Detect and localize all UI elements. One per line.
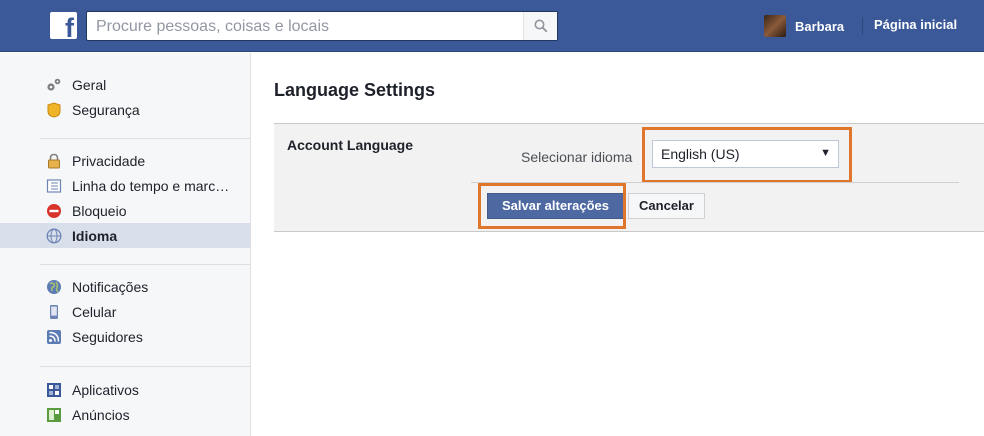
sidebar-item-anuncios[interactable]: Anúncios [0,402,250,427]
search-box[interactable]: Procure pessoas, coisas e locais [86,11,558,41]
search-icon [534,19,548,33]
account-language-label: Account Language [287,137,414,153]
sidebar-item-geral[interactable]: Geral [0,72,250,97]
timeline-icon [46,179,62,193]
globe-icon [46,228,62,244]
sidebar-group-apps: Aplicativos Anúncios [0,377,250,427]
sidebar-item-bloqueio[interactable]: Bloqueio [0,198,250,223]
page-title: Language Settings [274,80,436,100]
sidebar-group-privacy: Privacidade Linha do tempo e marc… Bloqu… [0,148,250,248]
profile-name: Barbara [795,18,845,34]
ads-icon [47,408,61,422]
search-input[interactable]: Procure pessoas, coisas e locais [96,18,329,36]
sidebar-item-label: Geral [72,76,107,93]
top-bar: f Procure pessoas, coisas e locais Barba… [0,0,984,52]
sidebar-item-seguranca[interactable]: Segurança [0,97,250,122]
sidebar-item-linha-do-tempo[interactable]: Linha do tempo e marc… [0,173,250,198]
sidebar-item-label: Seguidores [72,328,143,345]
sidebar-item-celular[interactable]: Celular [0,299,250,324]
select-language-label: Selecionar idioma [521,149,633,165]
sidebar-item-seguidores[interactable]: Seguidores [0,324,250,349]
cancel-button[interactable]: Cancelar [628,193,705,219]
gears-icon [47,78,61,91]
mobile-phone-icon [50,305,58,319]
sidebar-item-label: Privacidade [72,152,146,169]
security-badge-icon [47,102,61,118]
sidebar-item-label: Aplicativos [72,381,139,398]
sidebar-group-notifications: Notificações Celular Seguidores [0,274,250,349]
rss-icon [47,330,61,344]
highlight-box-language-select [642,127,852,183]
sidebar-divider [40,366,250,367]
globe-notifications-icon [47,280,61,294]
lock-icon [48,153,60,169]
language-settings-panel: Account Language Selecionar idioma Engli… [274,123,984,232]
home-link[interactable]: Página inicial [874,17,957,32]
settings-sidebar: Geral Segurança Privacidade Linha do tem… [0,53,251,436]
sidebar-item-label: Bloqueio [72,202,127,219]
sidebar-item-privacidade[interactable]: Privacidade [0,148,250,173]
sidebar-item-label: Idioma [72,227,118,244]
highlight-box-save-button [478,183,626,229]
profile-link[interactable]: Barbara [764,13,844,39]
block-icon [47,204,61,218]
sidebar-divider [40,264,250,265]
sidebar-item-aplicativos[interactable]: Aplicativos [0,377,250,402]
avatar [764,15,786,37]
sidebar-item-notificacoes[interactable]: Notificações [0,274,250,299]
search-button[interactable] [523,12,557,40]
sidebar-item-idioma[interactable]: Idioma [0,223,250,248]
header-divider [862,17,863,35]
facebook-logo-icon[interactable]: f [50,12,77,42]
sidebar-item-label: Celular [72,303,117,320]
sidebar-item-label: Linha do tempo e marc… [72,177,230,194]
sidebar-item-label: Anúncios [72,406,130,423]
sidebar-group-general: Geral Segurança [0,72,250,122]
sidebar-item-label: Notificações [72,278,149,295]
apps-icon [47,383,61,397]
sidebar-divider [40,138,250,139]
sidebar-item-label: Segurança [72,101,140,118]
